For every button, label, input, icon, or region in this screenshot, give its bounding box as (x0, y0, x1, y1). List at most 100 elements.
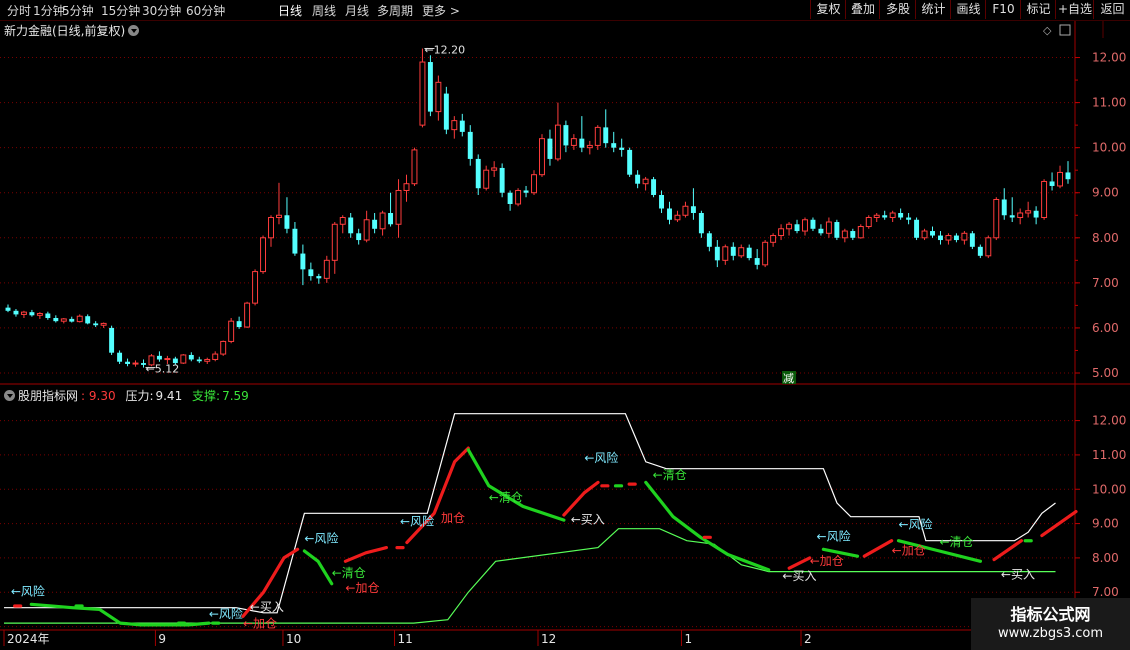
candle (204, 357, 211, 364)
candle-body (451, 120, 458, 131)
candle (794, 219, 800, 234)
candle-body (603, 127, 609, 144)
period-tab-0[interactable]: 分时 (7, 2, 31, 19)
candle (156, 351, 162, 362)
candle-body (228, 320, 235, 342)
chart-canvas[interactable]: ◇ 5.00 6.00 7.00 8.00 9.00 10.00 11.00 12.00 ←12.… (0, 0, 1130, 650)
indicator-title[interactable]: 股朋指标网: 9.30 压力: 9.41 支撑: 7.59 (4, 387, 255, 404)
signal-label: ←清仓 (653, 468, 687, 482)
support-label: 支撑: (192, 389, 221, 403)
candle-body (969, 233, 975, 247)
candle-body (523, 190, 529, 193)
candle (252, 269, 259, 306)
toolbar-button-6[interactable]: 标记 (1020, 0, 1056, 19)
candle-body (794, 224, 800, 232)
candle-body (1041, 180, 1048, 219)
candle-body (762, 241, 769, 266)
period-tab-9[interactable]: 多周期 (377, 2, 413, 19)
candle (132, 360, 139, 367)
candle (754, 249, 760, 270)
toolbar-button-2[interactable]: 多股 (879, 0, 916, 19)
y-tick-label: 11.00 (1092, 96, 1126, 110)
stock-title[interactable]: 新力金融(日线,前复权) (4, 22, 140, 39)
candle-body (841, 230, 848, 239)
pressure-label: 压力: (125, 389, 154, 403)
toolbar-button-7[interactable]: +自选 (1055, 0, 1094, 19)
signal-label: ←风险 (898, 517, 932, 532)
candle-body (539, 138, 545, 176)
candle (148, 354, 155, 367)
signal-segment-green (821, 547, 860, 558)
pressure-line (4, 413, 1056, 614)
dropdown-icon[interactable] (128, 25, 140, 36)
candle (85, 314, 91, 325)
candle-body (188, 354, 194, 360)
candle (276, 182, 282, 225)
watermark: 指标公式网 www.zbgs3.com (971, 598, 1130, 650)
candle (117, 350, 123, 364)
candle (451, 116, 458, 139)
candle (921, 228, 928, 241)
dropdown-icon[interactable] (4, 390, 15, 401)
candle-body (857, 226, 864, 239)
candle (53, 315, 59, 323)
candle-body (316, 276, 322, 279)
candle (523, 185, 529, 198)
candle (491, 161, 498, 177)
candle (220, 340, 227, 356)
candle (698, 210, 704, 238)
candle-body (547, 138, 553, 159)
candle (882, 210, 888, 220)
diamond-icon: ◇ (1043, 24, 1052, 37)
stock-title-text: 新力金融(日线,前复权) (4, 24, 126, 38)
candle (714, 240, 720, 268)
toolbar-button-0[interactable]: 复权 (810, 0, 846, 19)
candle (483, 165, 490, 191)
candle-body (339, 217, 346, 225)
period-tab-7[interactable]: 周线 (312, 2, 336, 19)
candle-body (722, 246, 729, 261)
candle (985, 235, 992, 259)
signal-label: ←风险 (304, 530, 338, 545)
period-tab-8[interactable]: 月线 (345, 2, 369, 19)
candle-body (1033, 210, 1039, 218)
candle-body (403, 183, 410, 191)
candle-body (810, 219, 816, 229)
toolbar-button-4[interactable]: 画线 (950, 0, 986, 19)
toolbar-button-3[interactable]: 统计 (915, 0, 951, 19)
y-tick-label: 12.00 (1092, 51, 1126, 65)
period-tab-6[interactable]: 日线 (278, 2, 302, 19)
signal-segment-green (896, 539, 982, 563)
candle (260, 235, 267, 274)
period-tab-1[interactable]: 1分钟 (33, 2, 65, 19)
toolbar-button-5[interactable]: F10 (985, 0, 1021, 19)
signal-label: ←加仓 (243, 616, 277, 630)
period-tab-4[interactable]: 30分钟 (142, 2, 181, 19)
candle-body (1017, 212, 1024, 219)
candle (857, 224, 864, 239)
watermark-url: www.zbgs3.com (997, 626, 1104, 641)
candle-body (36, 313, 43, 316)
candle (499, 163, 505, 198)
candle-body (977, 246, 983, 256)
period-tab-10[interactable]: 更多 > (422, 2, 460, 19)
candle (45, 311, 51, 320)
candle-body (268, 217, 274, 239)
x-tick-label: 11 (398, 632, 413, 646)
candle (300, 244, 306, 286)
candle (1009, 197, 1015, 223)
candle (1017, 208, 1024, 225)
candle (284, 197, 290, 234)
toolbar-button-8[interactable]: 返回 (1093, 0, 1130, 19)
y-tick-label: 8.00 (1092, 231, 1119, 245)
candle (331, 222, 338, 274)
period-tab-5[interactable]: 60分钟 (186, 2, 225, 19)
period-tab-3[interactable]: 15分钟 (101, 2, 140, 19)
y-tick-label: 11.00 (1092, 448, 1126, 462)
candle (889, 210, 896, 223)
x-tick-label: 2 (804, 632, 812, 646)
candle (930, 226, 935, 238)
candle-body (164, 358, 171, 361)
toolbar-button-1[interactable]: 叠加 (845, 0, 880, 19)
period-tab-2[interactable]: 5分钟 (62, 2, 94, 19)
